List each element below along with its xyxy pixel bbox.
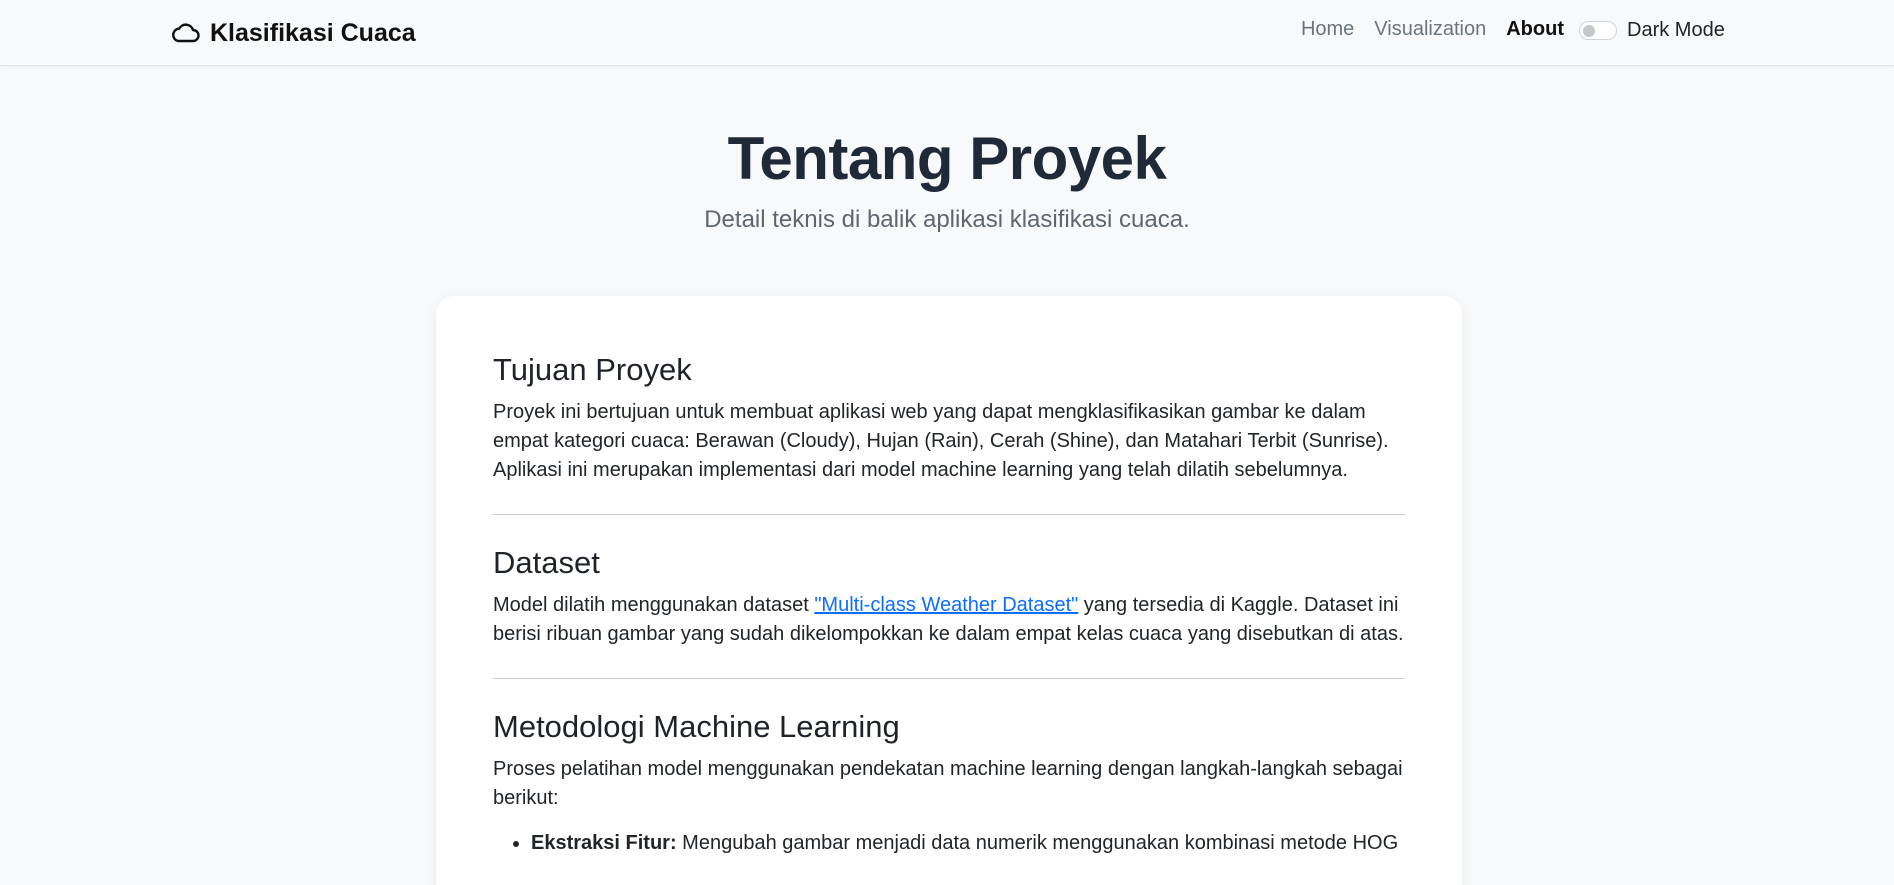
section-text-method: Proses pelatihan model menggunakan pende… (493, 758, 1403, 809)
list-item: Ekstraksi Fitur: Mengubah gambar menjadi… (531, 829, 1405, 858)
section-goal: Tujuan Proyek Proyek ini bertujuan untuk… (493, 352, 1405, 485)
section-heading-dataset: Dataset (493, 545, 600, 580)
nav-link-visualization[interactable]: Visualization (1374, 18, 1486, 41)
nav-link-home[interactable]: Home (1301, 18, 1354, 41)
dataset-link[interactable]: "Multi-class Weather Dataset" (814, 594, 1078, 616)
dark-mode-toggle[interactable]: Dark Mode (1579, 19, 1725, 42)
section-method: Metodologi Machine Learning Proses pelat… (493, 709, 1405, 858)
section-text-goal: Proyek ini bertujuan untuk membuat aplik… (493, 401, 1389, 481)
nav-link-about[interactable]: About (1506, 18, 1564, 41)
dark-mode-switch[interactable] (1579, 21, 1617, 40)
dark-mode-label: Dark Mode (1627, 19, 1725, 41)
page-title: Tentang Proyek (727, 125, 1167, 192)
nav-links: Home Visualization About (1301, 18, 1564, 41)
section-heading-method: Metodologi Machine Learning (493, 709, 900, 744)
method-steps-list: Ekstraksi Fitur: Mengubah gambar menjadi… (493, 829, 1405, 858)
cloud-icon (172, 23, 200, 43)
divider (493, 514, 1405, 515)
dataset-text-before: Model dilatih menggunakan dataset (493, 594, 815, 616)
brand-name: Klasifikasi Cuaca (210, 18, 416, 47)
switch-knob (1583, 25, 1595, 37)
about-card: Tujuan Proyek Proyek ini bertujuan untuk… (436, 296, 1462, 885)
navbar: Klasifikasi Cuaca Home Visualization Abo… (0, 0, 1894, 66)
brand-link[interactable]: Klasifikasi Cuaca (170, 16, 416, 50)
divider (493, 678, 1405, 679)
page-subtitle: Detail teknis di balik aplikasi klasifik… (704, 206, 1190, 233)
section-text-dataset: Model dilatih menggunakan dataset "Multi… (493, 591, 1405, 649)
list-item-text: Mengubah gambar menjadi data numerik men… (676, 832, 1399, 854)
list-item-title: Ekstraksi Fitur: (531, 832, 677, 854)
section-dataset: Dataset Model dilatih menggunakan datase… (493, 545, 1405, 649)
section-heading-goal: Tujuan Proyek (493, 352, 692, 387)
